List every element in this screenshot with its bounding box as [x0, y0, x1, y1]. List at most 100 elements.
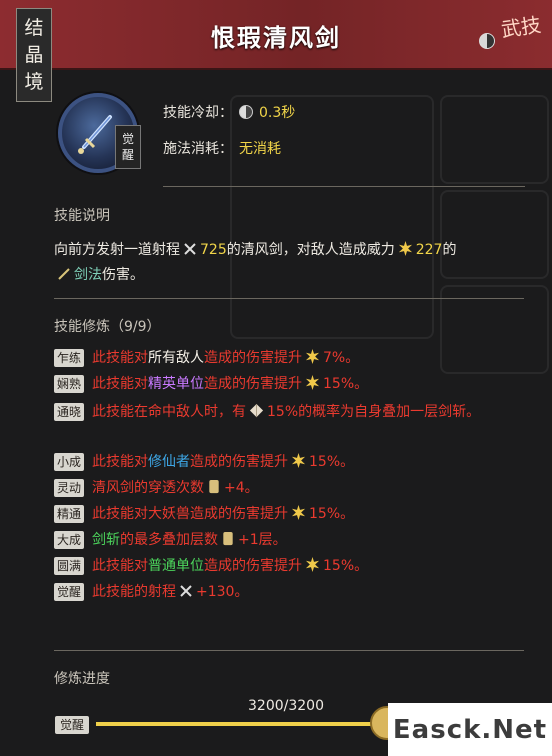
cooldown-row: 技能冷却： 0.3秒 — [163, 102, 295, 122]
upgrade-text-segment: +130。 — [196, 584, 249, 600]
realm-tag-char: 境 — [24, 70, 44, 93]
desc-text: 的 — [442, 242, 457, 258]
sword-type-icon — [58, 268, 70, 280]
upgrade-text: 此技能对普通单位造成的伤害提升 15%。 — [92, 555, 524, 577]
upgrade-text-segment: 15%的概率为自身叠加一层剑斩。 — [267, 404, 481, 420]
upgrade-text-segment: 此技能的射程 — [92, 584, 176, 600]
progress-bar-fill — [96, 722, 386, 726]
upgrade-text-segment: +1层。 — [238, 532, 287, 548]
upgrades-title: 技能修炼（9/9） — [54, 319, 161, 335]
skill-title: 恨瑕清风剑 — [211, 23, 341, 52]
upgrade-text: 此技能在命中敌人时，有 15%的概率为自身叠加一层剑斩。 — [92, 401, 524, 423]
cost-value: 无消耗 — [239, 141, 281, 157]
upgrade-text-segment: 此技能对大妖兽造成的伤害提升 — [92, 506, 288, 522]
upgrade-text-segment: 造成的伤害提升 — [204, 558, 302, 574]
upgrade-text-segment: 此技能对 — [92, 558, 148, 574]
watermark: Easck.Net — [388, 703, 552, 756]
upgrade-text-segment: 造成的伤害提升 — [190, 454, 288, 470]
upgrade-text-segment: 15%。 — [323, 558, 369, 574]
upgrade-row: 小成 此技能对修仙者造成的伤害提升 15%。 — [54, 451, 524, 477]
scroll-icon — [204, 479, 224, 496]
upgrade-text: 此技能的射程 +130。 — [92, 581, 524, 603]
desc-text: 伤害。 — [102, 267, 144, 283]
burst-icon — [398, 241, 412, 256]
power-value: 227 — [415, 242, 443, 258]
scroll-icon — [218, 531, 238, 548]
upgrade-row: 娴熟 此技能对精英单位造成的伤害提升 15%。 — [54, 373, 524, 401]
progress-bar — [96, 722, 386, 726]
range-value: 725 — [200, 242, 227, 258]
upgrade-row: 精通 此技能对大妖兽造成的伤害提升 15%。 — [54, 503, 524, 529]
range-icon — [184, 243, 196, 255]
upgrade-text-segment: 精英单位 — [148, 376, 204, 392]
divider — [163, 186, 525, 187]
upgrade-text-segment: 7%。 — [323, 350, 360, 366]
upgrade-badge: 精通 — [54, 505, 84, 523]
upgrade-text: 此技能对精英单位造成的伤害提升 15%。 — [92, 373, 524, 395]
upgrade-badge: 灵动 — [54, 479, 84, 497]
burst-icon — [288, 505, 309, 522]
cooldown-icon — [239, 105, 253, 119]
upgrade-text: 此技能对大妖兽造成的伤害提升 15%。 — [92, 503, 524, 525]
upgrade-text-segment: 造成的伤害提升 — [204, 350, 302, 366]
upgrade-text-segment: 剑斩 — [92, 532, 120, 548]
cooldown-label: 技能冷却： — [163, 105, 233, 121]
awakened-badge-char: 觉 — [121, 132, 134, 146]
upgrade-text: 此技能对所有敌人造成的伤害提升 7%。 — [92, 347, 524, 369]
upgrade-text-segment: 15%。 — [309, 454, 355, 470]
upgrade-text-segment: 此技能对 — [92, 454, 148, 470]
upgrade-row: 通晓 此技能在命中敌人时，有 15%的概率为自身叠加一层剑斩。 — [54, 401, 524, 451]
burst-icon — [288, 453, 309, 470]
upgrade-text: 此技能对修仙者造成的伤害提升 15%。 — [92, 451, 524, 473]
burst-icon — [302, 557, 323, 574]
upgrade-text-segment: 造成的伤害提升 — [204, 376, 302, 392]
upgrade-text-segment: 15%。 — [323, 376, 369, 392]
desc-text: 的清风剑，对敌人造成威力 — [226, 242, 395, 258]
progress-title: 修炼进度 — [54, 671, 110, 687]
background-panel — [440, 95, 549, 184]
upgrade-text-segment: 此技能在命中敌人时，有 — [92, 404, 246, 420]
upgrade-row: 灵动 清风剑的穿透次数 +4。 — [54, 477, 524, 503]
desc-text: 向前方发射一道射程 — [54, 242, 180, 258]
upgrade-badge: 娴熟 — [54, 375, 84, 393]
brand-logo: 武技 — [499, 12, 543, 42]
damage-type: 剑法 — [74, 267, 102, 283]
cooldown-value: 0.3秒 — [259, 105, 296, 121]
awakened-badge: 觉 醒 — [115, 125, 141, 169]
upgrade-text: 清风剑的穿透次数 +4。 — [92, 477, 524, 499]
upgrade-text-segment: 清风剑的穿透次数 — [92, 480, 204, 496]
description-title: 技能说明 — [54, 208, 110, 224]
upgrade-badge: 通晓 — [54, 403, 84, 421]
background-panel — [230, 95, 434, 339]
upgrade-text-segment: 此技能对 — [92, 350, 148, 366]
gem-icon — [246, 403, 267, 420]
upgrade-text: 剑斩的最多叠加层数 +1层。 — [92, 529, 524, 551]
burst-icon — [302, 349, 323, 366]
progress-badge: 觉醒 — [55, 716, 89, 734]
upgrade-badge: 圆满 — [54, 557, 84, 575]
upgrade-row: 圆满 此技能对普通单位造成的伤害提升 15%。 — [54, 555, 524, 581]
upgrade-badge: 觉醒 — [54, 583, 84, 601]
upgrade-text-segment: 的最多叠加层数 — [120, 532, 218, 548]
upgrade-row: 大成 剑斩的最多叠加层数 +1层。 — [54, 529, 524, 555]
skill-description: 向前方发射一道射程 725的清风剑，对敌人造成威力 227的剑法伤害。 — [54, 238, 522, 288]
upgrade-text-segment: +4。 — [224, 480, 259, 496]
awakened-badge-char: 醒 — [121, 148, 134, 162]
upgrade-text-segment: 所有敌人 — [148, 350, 204, 366]
divider — [54, 298, 524, 299]
progress-value: 3200/3200 — [248, 698, 324, 714]
upgrade-badge: 小成 — [54, 453, 84, 471]
upgrade-badge: 乍练 — [54, 349, 84, 367]
upgrade-text-segment: 此技能对 — [92, 376, 148, 392]
upgrade-badge: 大成 — [54, 531, 84, 549]
upgrade-list: 乍练 此技能对所有敌人造成的伤害提升 7%。 娴熟 此技能对精英单位造成的伤害提升 15%… — [54, 347, 524, 611]
yin-yang-icon — [479, 33, 495, 49]
range-icon — [176, 584, 196, 600]
cost-row: 施法消耗： 无消耗 — [163, 138, 281, 158]
cost-label: 施法消耗： — [163, 141, 233, 157]
upgrade-row: 乍练 此技能对所有敌人造成的伤害提升 7%。 — [54, 347, 524, 373]
upgrade-text-segment: 15%。 — [309, 506, 355, 522]
upgrade-text-segment: 修仙者 — [148, 454, 190, 470]
upgrade-row: 觉醒 此技能的射程 +130。 — [54, 581, 524, 611]
burst-icon — [302, 375, 323, 392]
